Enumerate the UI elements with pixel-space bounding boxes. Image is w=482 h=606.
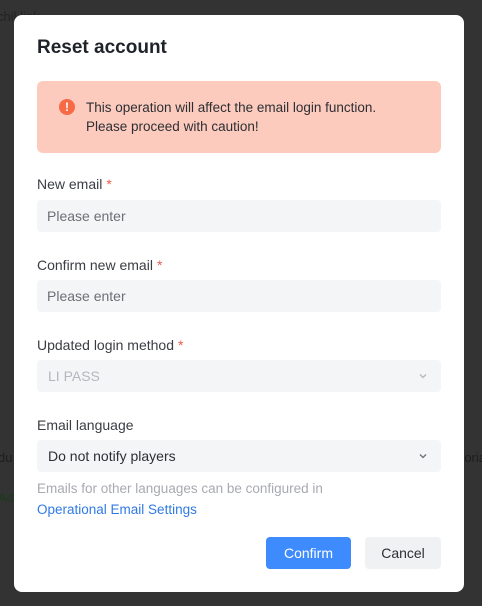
login-method-select: LI PASS <box>37 360 441 392</box>
login-method-label-text: Updated login method <box>37 337 174 353</box>
required-mark: * <box>156 257 163 273</box>
chevron-down-icon <box>419 454 427 459</box>
confirm-email-input[interactable] <box>37 280 441 312</box>
confirm-email-label-text: Confirm new email <box>37 257 153 273</box>
email-language-helper: Emails for other languages can be config… <box>37 478 323 520</box>
new-email-input[interactable] <box>37 200 441 232</box>
new-email-label: New email * <box>37 176 112 192</box>
email-language-label-text: Email language <box>37 417 134 433</box>
reset-account-dialog: Reset account ! This operation will affe… <box>14 15 464 592</box>
new-email-label-text: New email <box>37 176 103 192</box>
login-method-value: LI PASS <box>48 368 100 384</box>
email-language-label: Email language <box>37 417 134 433</box>
operational-email-settings-link[interactable]: Operational Email Settings <box>37 499 323 520</box>
email-language-select[interactable]: Do not notify players <box>37 440 441 472</box>
required-mark: * <box>106 176 112 192</box>
warning-circle-icon: ! <box>59 99 75 115</box>
helper-text: Emails for other languages can be config… <box>37 481 323 496</box>
email-language-value: Do not notify players <box>48 448 176 464</box>
chevron-down-icon <box>419 374 427 379</box>
alert-line-1: This operation will affect the email log… <box>86 100 377 115</box>
confirm-email-label: Confirm new email * <box>37 257 162 273</box>
required-mark: * <box>178 337 184 353</box>
alert-message: This operation will affect the email log… <box>86 98 376 136</box>
alert-line-2: Please proceed with caution! <box>86 119 259 134</box>
dialog-title: Reset account <box>37 37 167 58</box>
cancel-button[interactable]: Cancel <box>365 537 441 569</box>
confirm-button[interactable]: Confirm <box>266 537 351 569</box>
background-text: Ad <box>0 490 14 505</box>
login-method-label: Updated login method * <box>37 337 183 353</box>
background-text: oria <box>464 450 482 465</box>
warning-alert: ! This operation will affect the email l… <box>37 81 441 153</box>
background-text: du <box>0 450 13 465</box>
